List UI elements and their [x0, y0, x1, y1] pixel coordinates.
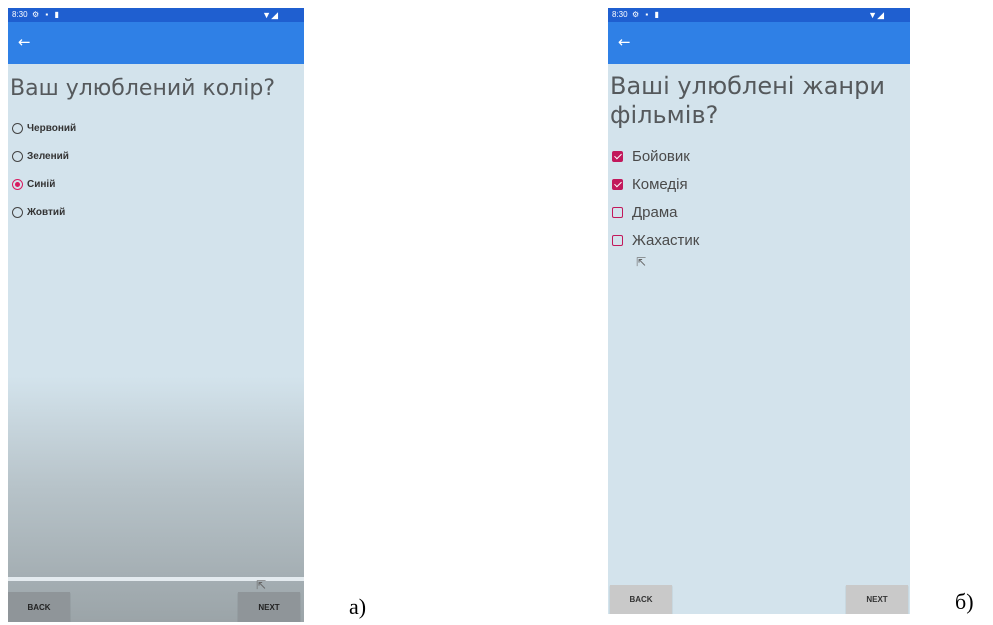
option-label: Червоний	[27, 122, 77, 134]
status-time: 8:30	[12, 10, 28, 19]
radio-button[interactable]	[12, 206, 23, 218]
option-label: Жахастик	[632, 231, 700, 249]
radio-group: Червоний Зелений Синій Жовтий	[12, 114, 76, 226]
next-button[interactable]: NEXT	[238, 592, 300, 622]
screenshot-panel-b: 8:30 ⚙ ▪ ▮ ▼◢ ← Ваші улюблені жанри філь…	[608, 8, 910, 614]
option-label: Комедія	[632, 175, 688, 193]
status-icons: ⚙ ▪ ▮	[632, 10, 661, 19]
signal-icon: ▼◢	[868, 10, 884, 20]
question-title: Ваші улюблені жанри фільмів?	[610, 72, 885, 129]
back-arrow-icon[interactable]: ←	[18, 33, 31, 51]
checkbox-group: Бойовик Комедія Драма Жахастик	[612, 142, 699, 254]
radio-option-red[interactable]: Червоний	[12, 114, 76, 142]
app-bar: ←	[8, 22, 304, 64]
checkbox[interactable]	[612, 234, 623, 246]
checkbox[interactable]	[612, 206, 623, 218]
status-bar: 8:30 ⚙ ▪ ▮ ▼◢	[608, 8, 910, 22]
radio-button-selected[interactable]	[12, 178, 23, 190]
status-time: 8:30	[612, 10, 628, 19]
back-button[interactable]: BACK	[8, 592, 70, 622]
signal-icon: ▼◢	[262, 10, 278, 20]
caption-a: а)	[349, 594, 367, 619]
radio-option-yellow[interactable]: Жовтий	[12, 198, 76, 226]
back-button[interactable]: BACK	[610, 585, 672, 614]
option-label: Драма	[632, 203, 678, 221]
status-icons: ⚙ ▪ ▮	[32, 10, 61, 19]
option-label: Бойовик	[632, 147, 690, 165]
checkbox-option-comedy[interactable]: Комедія	[612, 170, 699, 198]
option-label: Жовтий	[27, 206, 66, 218]
mouse-cursor-icon: ⇱	[256, 578, 267, 592]
radio-button[interactable]	[12, 122, 23, 134]
back-arrow-icon[interactable]: ←	[618, 33, 631, 51]
status-bar: 8:30 ⚙ ▪ ▮ ▼◢	[8, 8, 304, 22]
checkbox-option-drama[interactable]: Драма	[612, 198, 699, 226]
checkbox-option-action[interactable]: Бойовик	[612, 142, 699, 170]
checkbox-option-horror[interactable]: Жахастик	[612, 226, 699, 254]
checkbox-checked[interactable]	[612, 150, 623, 162]
app-bar: ←	[608, 22, 910, 64]
radio-option-green[interactable]: Зелений	[12, 142, 76, 170]
screenshot-panel-a: 8:30 ⚙ ▪ ▮ ▼◢ ← Ваш улюблений колір? Чер…	[8, 8, 304, 622]
question-title: Ваш улюблений колір?	[10, 76, 275, 101]
mouse-cursor-icon: ⇱	[636, 255, 647, 269]
option-label: Зелений	[27, 150, 69, 162]
radio-option-blue[interactable]: Синій	[12, 170, 76, 198]
caption-b: б)	[955, 589, 974, 614]
checkbox-checked[interactable]	[612, 178, 623, 190]
radio-button[interactable]	[12, 150, 23, 162]
option-label: Синій	[27, 178, 56, 190]
next-button[interactable]: NEXT	[846, 585, 908, 614]
